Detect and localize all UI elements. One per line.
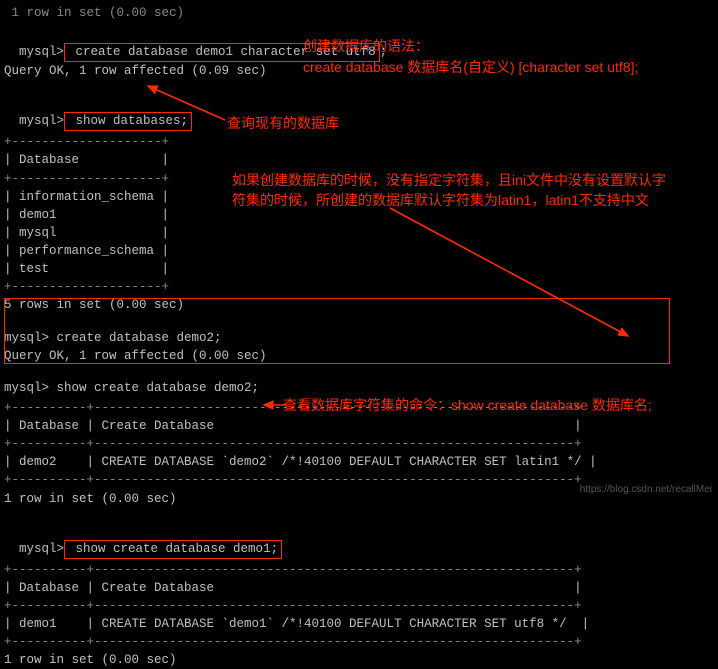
table-border: +--------------------+ xyxy=(4,278,718,296)
table-border: +----------+----------------------------… xyxy=(4,597,718,615)
table-header: | Database | Create Database | xyxy=(4,417,718,435)
cmd-show-databases: mysql> show databases; xyxy=(4,94,718,131)
annotation-query-existing: 查询现有的数据库 xyxy=(227,113,339,134)
table-header: | Database | xyxy=(4,151,718,169)
table-border: +--------------------+ xyxy=(4,133,718,151)
watermark: https://blog.csdn.net/recallMei xyxy=(580,483,712,498)
prompt: mysql> xyxy=(19,114,64,128)
annotation-show-create-cmd: 查看数据库字符集的命令：show create database 数据库名; xyxy=(283,395,652,416)
cmd-show-create-demo1: mysql> show create database demo1; xyxy=(4,522,718,559)
highlight-show-create-demo1: show create database demo1; xyxy=(64,540,282,559)
residual-line: 1 row in set (0.00 sec) xyxy=(4,4,718,22)
table-border: +----------+----------------------------… xyxy=(4,435,718,453)
highlight-show-databases: show databases; xyxy=(64,112,192,131)
annotation-latin1-l1: 如果创建数据库的时候，没有指定字符集，且ini文件中没有设置默认字 xyxy=(232,170,666,191)
annotation-latin1-l2: 符集的时候，所创建的数据库默认字符集为latin1，latin1不支持中文 xyxy=(232,190,649,211)
prompt: mysql> xyxy=(19,45,64,59)
table-header: | Database | Create Database | xyxy=(4,579,718,597)
table-row: | performance_schema | xyxy=(4,242,718,260)
annotation-create-syntax-body: create database 数据库名(自定义) [character set… xyxy=(303,57,638,78)
prompt: mysql> xyxy=(19,542,64,556)
table-row: | demo2 | CREATE DATABASE `demo2` /*!401… xyxy=(4,453,718,471)
table-row: | demo1 | CREATE DATABASE `demo1` /*!401… xyxy=(4,615,718,633)
rows-summary: 1 row in set (0.00 sec) xyxy=(4,651,718,669)
table-border: +----------+----------------------------… xyxy=(4,633,718,651)
table-row: | mysql | xyxy=(4,224,718,242)
table-row: | test | xyxy=(4,260,718,278)
annotation-create-syntax-title: 创建数据库的语法： xyxy=(303,36,429,57)
highlight-block-demo2 xyxy=(4,298,670,364)
table-border: +----------+----------------------------… xyxy=(4,561,718,579)
